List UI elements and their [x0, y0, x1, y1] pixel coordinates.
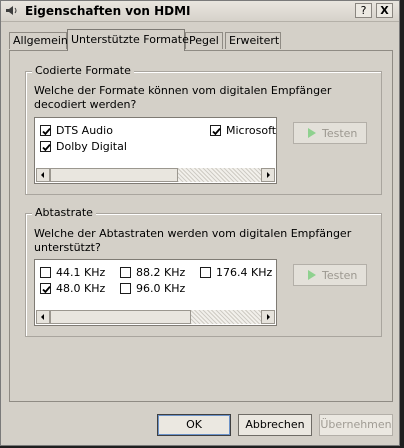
- checkbox-48-0-khz[interactable]: [40, 283, 51, 294]
- scroll-left-button[interactable]: [36, 168, 50, 182]
- title-bar[interactable]: Eigenschaften von HDMI ? X: [1, 1, 399, 22]
- coded-formats-scrollbar[interactable]: [36, 168, 275, 182]
- test-button-label: Testen: [322, 127, 358, 140]
- rate-label: 44.1 KHz: [56, 266, 106, 279]
- scroll-left-button[interactable]: [36, 310, 50, 324]
- arrow-right-icon: [267, 172, 270, 178]
- tab-panel: Codierte Formate Welche der Formate könn…: [9, 50, 393, 402]
- coded-formats-question: Welche der Formate können vom digitalen …: [34, 84, 332, 111]
- tab-erweitert[interactable]: Erweitert: [225, 32, 281, 49]
- scroll-thumb[interactable]: [50, 310, 191, 324]
- test-formats-button[interactable]: Testen: [293, 122, 367, 144]
- cancel-button[interactable]: Abbrechen: [238, 414, 312, 436]
- help-button[interactable]: ?: [355, 3, 372, 18]
- checkbox-44-1-khz[interactable]: [40, 267, 51, 278]
- speaker-icon: [6, 6, 17, 15]
- rate-label: 176.4 KHz: [216, 266, 273, 279]
- rate-label: 88.2 KHz: [136, 266, 186, 279]
- format-label: Microsoft: [226, 124, 277, 137]
- sample-rate-legend: Abtastrate: [32, 206, 96, 219]
- coded-formats-list: DTS Audio Dolby Digital Microsoft: [34, 117, 277, 184]
- tab-pegel[interactable]: Pegel: [185, 32, 223, 49]
- play-icon: [308, 270, 316, 280]
- scroll-right-button[interactable]: [261, 310, 275, 324]
- sample-rate-question: Welche der Abtastraten werden vom digita…: [34, 227, 352, 254]
- scroll-track[interactable]: [178, 168, 261, 182]
- rate-label: 96.0 KHz: [136, 282, 186, 295]
- sample-rate-list: 44.1 KHz 88.2 KHz 176.4 KHz 48.0 KHz 96.…: [34, 259, 277, 326]
- sample-rate-group: Abtastrate Welche der Abtastraten werden…: [25, 206, 382, 337]
- checkbox-microsoft[interactable]: [210, 125, 221, 136]
- close-button[interactable]: X: [376, 3, 393, 18]
- checkbox-dts-audio[interactable]: [40, 125, 51, 136]
- sample-rate-scrollbar[interactable]: [36, 310, 275, 324]
- window-title: Eigenschaften von HDMI: [25, 4, 191, 18]
- ok-button[interactable]: OK: [157, 414, 231, 436]
- checkbox-176-4-khz[interactable]: [200, 267, 211, 278]
- format-label: DTS Audio: [56, 124, 113, 137]
- checkbox-dolby-digital[interactable]: [40, 141, 51, 152]
- test-button-label: Testen: [322, 269, 358, 282]
- format-label: Dolby Digital: [56, 140, 127, 153]
- tab-allgemein[interactable]: Allgemein: [9, 32, 68, 49]
- coded-formats-group: Codierte Formate Welche der Formate könn…: [25, 64, 382, 195]
- tab-unterstuetzte-formate[interactable]: Unterstützte Formate: [67, 29, 189, 51]
- coded-formats-legend: Codierte Formate: [32, 64, 134, 77]
- properties-dialog: Eigenschaften von HDMI ? X Allgemein Unt…: [0, 0, 400, 446]
- checkbox-96-0-khz[interactable]: [120, 283, 131, 294]
- scroll-thumb[interactable]: [50, 168, 178, 182]
- arrow-right-icon: [267, 314, 270, 320]
- apply-button[interactable]: Übernehmen: [319, 414, 393, 436]
- dialog-footer: OK Abbrechen Übernehmen: [1, 403, 399, 447]
- play-icon: [308, 128, 316, 138]
- arrow-left-icon: [41, 172, 44, 178]
- scroll-track[interactable]: [191, 310, 261, 324]
- rate-label: 48.0 KHz: [56, 282, 106, 295]
- arrow-left-icon: [41, 314, 44, 320]
- test-sample-rates-button[interactable]: Testen: [293, 264, 367, 286]
- checkbox-88-2-khz[interactable]: [120, 267, 131, 278]
- scroll-right-button[interactable]: [261, 168, 275, 182]
